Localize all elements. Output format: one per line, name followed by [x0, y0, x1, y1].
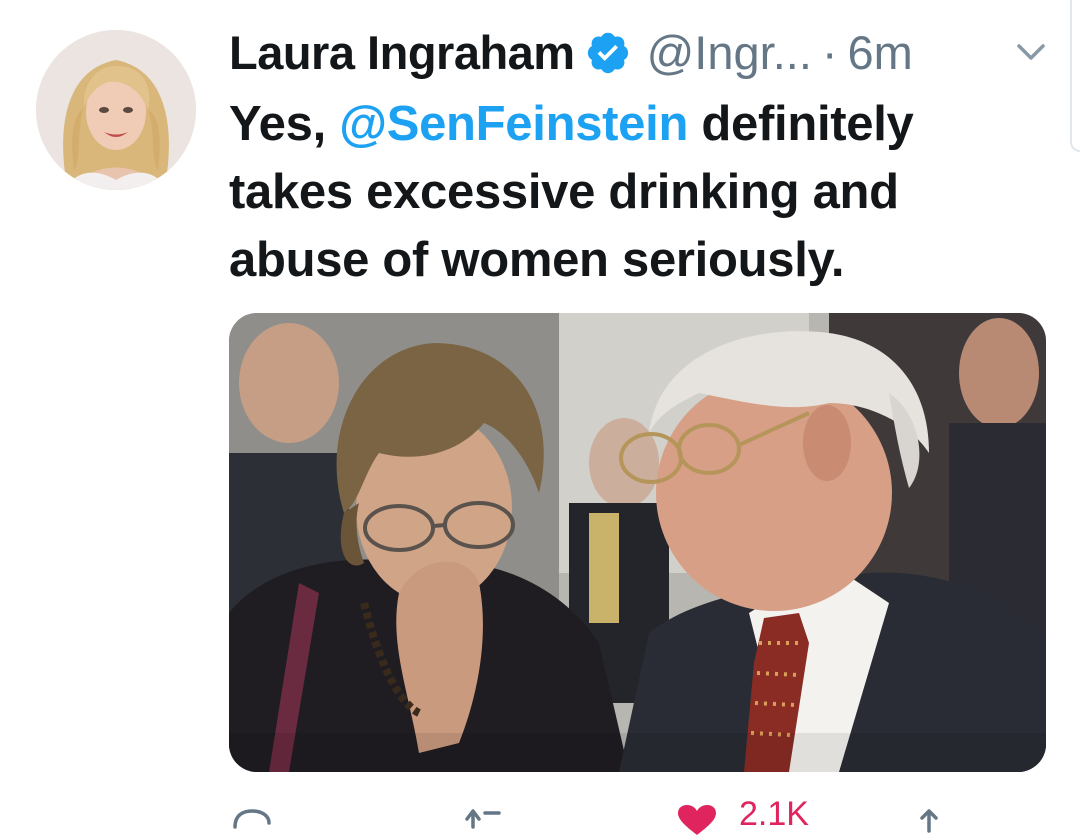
tweet-text-line-3: abuse of women seriously. [229, 233, 845, 287]
share-icon[interactable] [909, 805, 949, 835]
tweet-text: Yes, @SenFeinstein definitely takes exce… [229, 90, 1009, 294]
retweet-icon[interactable] [459, 805, 509, 835]
tweet-text-line-1: Yes, @SenFeinstein definitely [229, 90, 1009, 158]
tweet-actions: 2.1K [229, 795, 1009, 835]
tweet-text-line-2: takes excessive drinking and [229, 165, 899, 219]
chevron-down-icon[interactable] [1011, 38, 1051, 66]
text-definitely: definitely [701, 97, 914, 151]
verified-badge-icon [585, 29, 631, 75]
like-count: 2.1K [739, 795, 809, 833]
tweet-photo[interactable] [229, 313, 1046, 772]
text-yes: Yes, [229, 97, 326, 151]
avatar[interactable] [36, 30, 196, 190]
reply-icon[interactable] [229, 805, 275, 835]
author-handle[interactable]: @Ingr... [647, 25, 812, 80]
tweet-header: Laura Ingraham @Ingr... · 6m [229, 22, 913, 82]
mention-link[interactable]: @SenFeinstein [339, 97, 688, 151]
heart-icon[interactable] [674, 805, 720, 835]
display-name[interactable]: Laura Ingraham [229, 25, 575, 80]
scroll-edge [1070, 0, 1080, 152]
separator-dot: · [821, 25, 838, 79]
tweet-timestamp[interactable]: 6m [848, 25, 913, 80]
